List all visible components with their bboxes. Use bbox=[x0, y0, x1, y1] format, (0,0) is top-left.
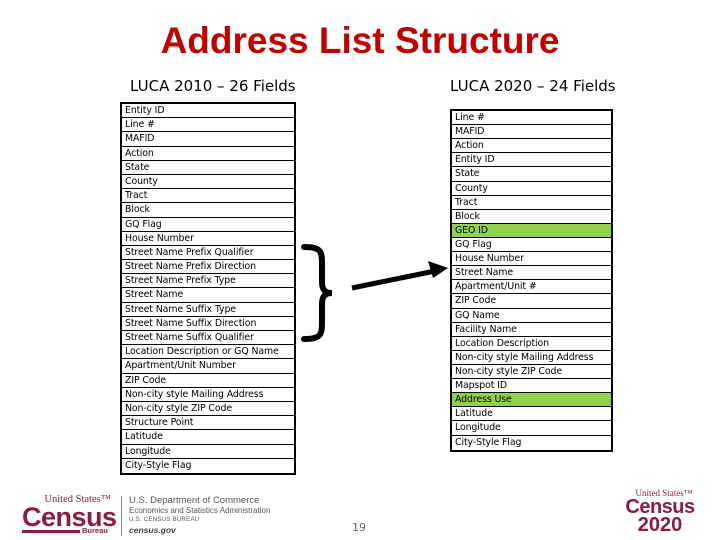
field-row: Street Name Suffix Qualifier bbox=[122, 331, 294, 346]
field-row: Action bbox=[452, 139, 611, 154]
arrow-head-icon bbox=[428, 261, 448, 278]
field-row: Non-city style Mailing Address bbox=[122, 388, 294, 402]
field-row: Apartment/Unit # bbox=[452, 280, 611, 295]
department-name: U.S. Department of Commerce bbox=[129, 495, 260, 506]
field-row: Street Name Suffix Type bbox=[122, 303, 294, 317]
field-row: Street Name bbox=[122, 288, 294, 303]
luca-2010-field-table: Entity ID Line # MAFID Action State County Tra… bbox=[120, 102, 296, 475]
field-row: Structure Point bbox=[122, 416, 294, 431]
field-row: Address Use bbox=[452, 393, 611, 408]
field-row: County bbox=[122, 175, 294, 190]
census-2020-logo: United States™ Census 2020 bbox=[620, 489, 700, 537]
field-row: Facility Name bbox=[452, 323, 611, 337]
field-row: Latitude bbox=[122, 430, 294, 445]
field-row: State bbox=[122, 161, 294, 175]
field-row: Longitude bbox=[122, 445, 294, 459]
field-row: Non-city style ZIP Code bbox=[122, 402, 294, 417]
field-row: GEO ID bbox=[452, 223, 611, 238]
field-row: City-Style Flag bbox=[125, 459, 192, 471]
field-row: Longitude bbox=[452, 421, 611, 436]
brace-arrow-graphic bbox=[301, 244, 448, 342]
page-number: 19 bbox=[352, 521, 366, 534]
field-row: Tract bbox=[452, 196, 611, 210]
field-row: Tract bbox=[122, 189, 294, 204]
field-row: Apartment/Unit Number bbox=[122, 359, 294, 374]
field-row: Entity ID bbox=[452, 153, 611, 168]
c2020-year-text: 2020 bbox=[637, 514, 683, 536]
slide-title: Address List Structure bbox=[160, 20, 560, 61]
footer-branding: United States™ Census Bureau U.S. Depart… bbox=[20, 494, 290, 536]
field-row: GQ Flag bbox=[122, 218, 294, 232]
field-row: GQ Name bbox=[452, 309, 611, 323]
field-row: ZIP Code bbox=[122, 374, 294, 388]
luca-2010-heading: LUCA 2010 – 26 Fields bbox=[130, 77, 296, 95]
logo-bureau-text: Bureau bbox=[82, 526, 108, 535]
field-row: Street Name bbox=[452, 266, 611, 281]
bureau-name: U.S. CENSUS BUREAU bbox=[129, 517, 200, 523]
arrow-line bbox=[351, 268, 436, 291]
field-row: ZIP Code bbox=[452, 294, 611, 309]
field-row: Line # bbox=[452, 111, 611, 126]
field-row: Mapspot ID bbox=[452, 379, 611, 394]
field-row: Location Description or GQ Name bbox=[122, 345, 294, 360]
field-row: Street Name Prefix Direction bbox=[122, 260, 294, 275]
field-row: Line # bbox=[122, 118, 294, 133]
field-row: Location Description bbox=[452, 337, 611, 351]
curly-brace-icon bbox=[301, 244, 333, 342]
field-row: Entity ID bbox=[122, 104, 294, 119]
field-row: Block bbox=[122, 203, 294, 218]
field-row: State bbox=[452, 167, 611, 182]
field-row: City-Style Flag bbox=[455, 436, 522, 448]
field-row: Non-city style ZIP Code bbox=[452, 365, 611, 380]
field-row: Street Name Suffix Direction bbox=[122, 317, 294, 331]
logo-divider bbox=[121, 496, 122, 536]
field-row: House Number bbox=[122, 232, 294, 246]
census-gov-link[interactable]: census.gov bbox=[129, 525, 270, 535]
field-row: MAFID bbox=[452, 125, 611, 140]
field-row: Street Name Prefix Type bbox=[122, 274, 294, 289]
field-row: Action bbox=[122, 147, 294, 161]
field-row: Latitude bbox=[452, 407, 611, 422]
field-row: County bbox=[452, 182, 611, 196]
luca-2020-heading: LUCA 2020 – 24 Fields bbox=[450, 77, 616, 95]
field-row: Street Name Prefix Qualifier bbox=[122, 246, 294, 261]
field-row: MAFID bbox=[122, 132, 294, 147]
field-row: Block bbox=[452, 210, 611, 224]
field-row: Non-city style Mailing Address bbox=[452, 351, 611, 365]
administration-name: Economics and Statistics Administration bbox=[129, 506, 271, 515]
census-bureau-logo: United States™ Census Bureau bbox=[20, 494, 117, 536]
field-row: GQ Flag bbox=[452, 238, 611, 253]
luca-2020-field-table: Line # MAFID Action Entity ID State County Tra… bbox=[450, 109, 613, 452]
logo-bar bbox=[22, 530, 80, 533]
field-row: House Number bbox=[452, 252, 611, 267]
department-block: U.S. Department of Commerce Economics an… bbox=[129, 495, 270, 535]
